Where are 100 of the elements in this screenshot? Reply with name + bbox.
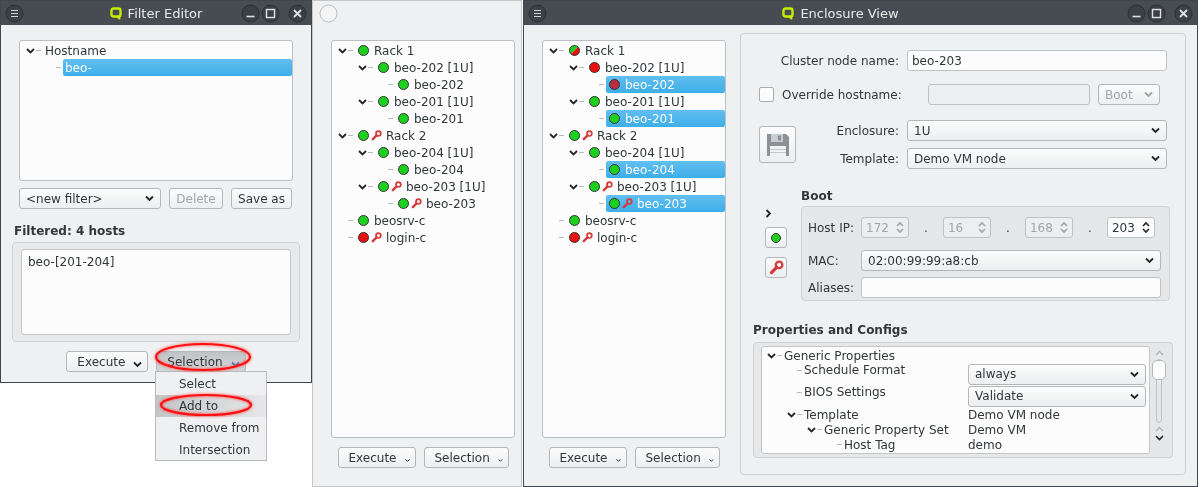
tree-item[interactable]: beo-202 (395, 76, 514, 93)
expand-caret-icon[interactable] (338, 46, 347, 55)
filter-result-text: beo-[201-204] (21, 249, 291, 335)
tree-item[interactable]: beo-204 (395, 161, 514, 178)
tree-item[interactable]: Rack 2 (566, 127, 725, 144)
template-dropdown[interactable]: Demo VM node (907, 148, 1167, 169)
chevron-down-icon (1151, 155, 1160, 162)
minimize-icon[interactable] (1127, 3, 1146, 23)
expand-caret-icon[interactable] (807, 425, 816, 434)
selection-button[interactable]: Selection (634, 447, 720, 468)
expand-caret-icon[interactable] (358, 63, 367, 72)
app-logo-icon (782, 6, 795, 20)
aliases-field[interactable] (861, 277, 1161, 298)
status-button[interactable] (765, 227, 787, 248)
tree-item[interactable]: beo-201 [1U] (586, 93, 725, 110)
property-value: demo (968, 437, 1003, 452)
action-button[interactable]: Save as (231, 188, 292, 209)
chevron-down-icon (708, 457, 714, 464)
menu-item[interactable]: Intersection (156, 439, 266, 461)
tree-item[interactable]: Rack 2 (355, 127, 514, 144)
save-button[interactable] (759, 126, 796, 163)
menu-item[interactable]: Remove from (156, 417, 266, 439)
ip-spin-box[interactable]: 203 (1106, 217, 1155, 238)
section-title: Boot (801, 189, 834, 205)
chevron-down-icon (497, 457, 503, 464)
tree-item[interactable]: login-c (566, 229, 725, 246)
execute-button[interactable]: Execute (66, 351, 149, 372)
property-name: Host Tag (844, 437, 896, 452)
expand-caret-icon[interactable] (787, 410, 796, 419)
ip-separator: . (1005, 220, 1011, 235)
expand-caret-icon[interactable] (569, 148, 578, 157)
enclosure-dropdown[interactable]: 1U (907, 120, 1167, 141)
tree-item[interactable]: Rack 1 (566, 42, 725, 59)
expand-caret-icon[interactable] (569, 97, 578, 106)
tree-item[interactable]: beosrv-c (566, 212, 725, 229)
property-value: Demo VM node (968, 407, 1060, 422)
tree-item[interactable]: beo-204 [1U] (586, 144, 725, 161)
tree-item[interactable]: beo-203 [1U] (375, 178, 514, 195)
expand-caret-icon[interactable] (767, 351, 776, 360)
field-label: Enclosure: (835, 123, 899, 138)
chevron-down-icon (133, 361, 143, 368)
tree-item[interactable]: beo-201 [1U] (375, 93, 514, 110)
tree-item[interactable]: beo-202 [1U] (586, 59, 725, 76)
override-checkbox[interactable] (759, 87, 774, 102)
filtered-count: Filtered: 4 hosts (14, 224, 127, 240)
tree-item[interactable]: Rack 1 (355, 42, 514, 59)
execute-button[interactable]: Execute (548, 447, 627, 468)
field-label: Aliases: (808, 280, 853, 295)
ip-separator: . (1087, 220, 1093, 235)
scrollbar-thumb[interactable] (1152, 360, 1166, 380)
maximize-icon[interactable] (1147, 3, 1166, 23)
expand-caret-icon[interactable] (549, 46, 558, 55)
chevron-right-icon[interactable] (765, 209, 772, 218)
section-title: Properties and Configs (753, 323, 909, 339)
expand-caret-icon[interactable] (569, 182, 578, 191)
tree-item[interactable]: beo-203 (395, 195, 514, 212)
expand-caret-icon[interactable] (358, 97, 367, 106)
property-name: Generic Properties (784, 348, 895, 363)
spin-arrows-icon[interactable] (1141, 221, 1150, 234)
tree-item[interactable]: beo-202 [1U] (375, 59, 514, 76)
property-name: Generic Property Set (824, 422, 949, 437)
tree-item[interactable]: beo-204 [1U] (375, 144, 514, 161)
execute-button[interactable]: Execute (337, 447, 416, 468)
selection-button[interactable]: Selection (423, 447, 509, 468)
expand-caret-icon[interactable] (338, 131, 347, 140)
chevron-down-icon (1130, 370, 1139, 378)
chevron-down-icon (1145, 257, 1154, 264)
expand-caret-icon[interactable] (26, 46, 35, 55)
property-dropdown[interactable]: Validate (968, 385, 1146, 407)
tree-item[interactable]: beo-203 [1U] (586, 178, 725, 195)
chevron-down-icon (1151, 127, 1160, 134)
expand-caret-icon[interactable] (569, 63, 578, 72)
close-icon[interactable] (1174, 3, 1193, 23)
expand-caret-icon[interactable] (358, 148, 367, 157)
field-label: Override hostname: (782, 87, 903, 102)
field-label: MAC: (808, 253, 840, 268)
filter-dropdown[interactable]: <new filter> (19, 188, 161, 209)
tree-item[interactable]: beo-201 (395, 110, 514, 127)
minimize-icon[interactable] (241, 3, 260, 23)
tree-item[interactable]: beosrv-c (355, 212, 514, 229)
ip-separator: . (923, 220, 929, 235)
close-icon[interactable] (288, 3, 307, 23)
mac-dropdown[interactable]: 02:00:99:99:a8:cb (861, 250, 1161, 271)
scroll-down-icon[interactable] (1154, 435, 1164, 441)
chevron-down-icon (1144, 91, 1153, 98)
tree-item[interactable]: Hostname (43, 42, 292, 59)
maximize-icon[interactable] (261, 3, 280, 23)
expand-caret-icon[interactable] (358, 182, 367, 191)
app-logo-icon (109, 6, 122, 20)
property-name: Schedule Format (804, 363, 906, 377)
chevron-down-icon (145, 195, 154, 202)
maintenance-button[interactable] (765, 257, 787, 278)
node-name-field[interactable]: beo-203 (907, 50, 1167, 71)
chevron-down-icon (1130, 392, 1139, 400)
window-title: Enclosure View (800, 5, 899, 21)
expand-caret-icon[interactable] (549, 131, 558, 140)
chevron-down-icon (230, 361, 240, 368)
menu-item[interactable]: Select (156, 373, 266, 395)
tree-item[interactable]: login-c (355, 229, 514, 246)
property-dropdown[interactable]: always (968, 363, 1146, 385)
